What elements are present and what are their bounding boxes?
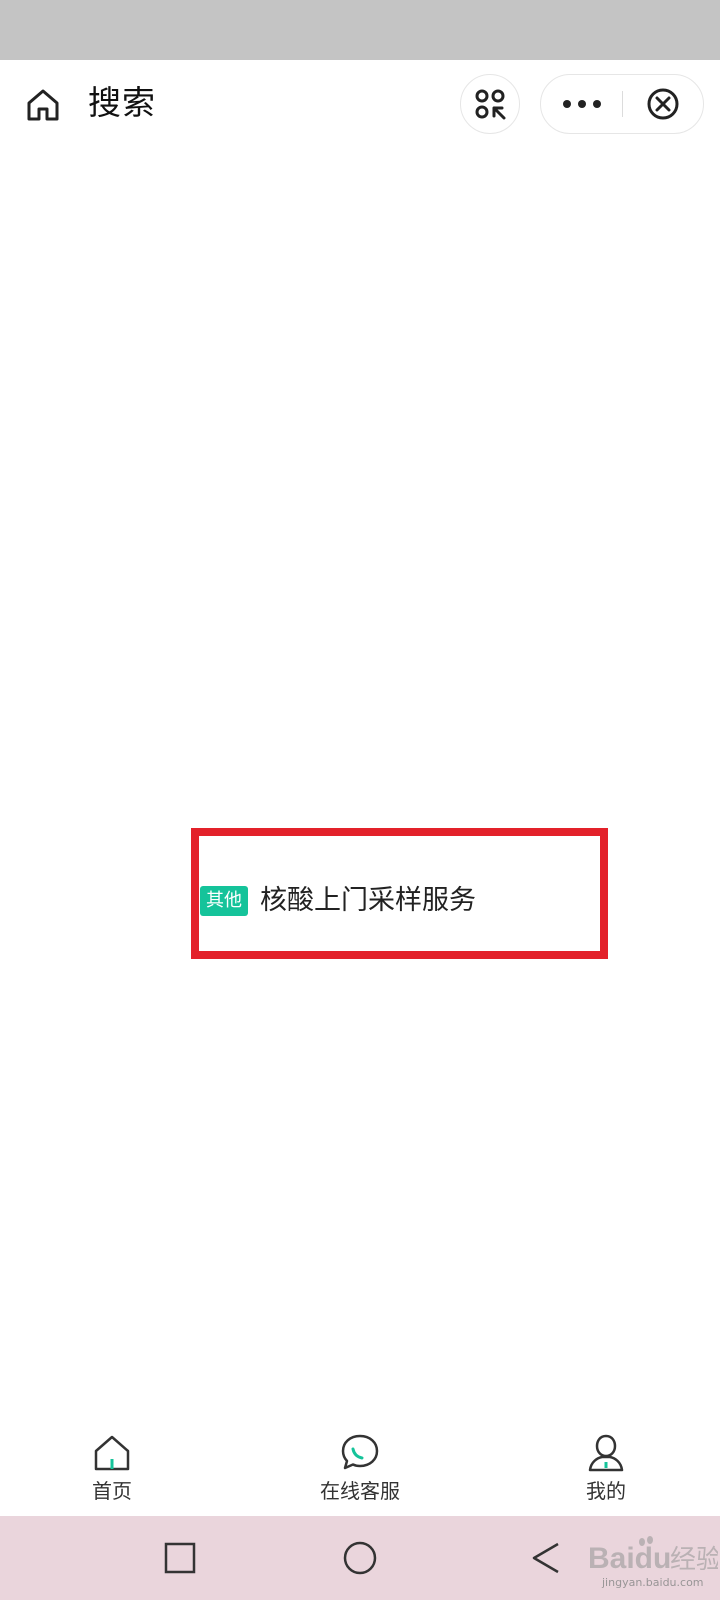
tab-label: 首页 — [92, 1479, 132, 1503]
category-tag: 其他 — [200, 886, 248, 916]
close-button[interactable] — [623, 75, 703, 133]
tab-label: 在线客服 — [320, 1479, 400, 1503]
tab-bar: 首页 在线客服 我的 — [0, 1425, 720, 1515]
square-icon — [164, 1542, 196, 1574]
recents-button[interactable] — [160, 1538, 200, 1578]
multitask-button[interactable] — [460, 74, 520, 134]
result-title: 核酸上门采样服务 — [260, 885, 476, 916]
tab-customer-service[interactable]: 在线客服 — [290, 1425, 430, 1515]
more-icon — [563, 100, 601, 108]
svg-text:Baidu: Baidu — [588, 1542, 671, 1575]
watermark-url: jingyan.baidu.com — [602, 1576, 704, 1589]
chat-icon — [341, 1434, 379, 1470]
page-title: 搜索 — [88, 83, 156, 122]
back-button[interactable] — [526, 1538, 566, 1578]
more-button[interactable] — [541, 75, 623, 133]
home-system-button[interactable] — [340, 1538, 380, 1578]
close-icon — [647, 88, 679, 120]
tab-mine[interactable]: 我的 — [536, 1425, 676, 1515]
home-icon — [94, 1435, 130, 1471]
tab-home[interactable]: 首页 — [42, 1425, 182, 1515]
back-triangle-icon — [532, 1542, 559, 1574]
person-icon — [588, 1434, 624, 1472]
home-button[interactable] — [22, 84, 64, 126]
baidu-paw-icon: Baidu 经验 — [588, 1536, 718, 1575]
search-result-item[interactable]: 其他 核酸上门采样服务 — [200, 879, 476, 923]
svg-text:经验: 经验 — [670, 1545, 718, 1575]
circle-icon — [343, 1541, 377, 1575]
status-bar — [0, 0, 720, 60]
float-window-icon — [475, 89, 506, 120]
watermark: Baidu 经验 jingyan.baidu.com — [588, 1532, 718, 1592]
capsule-menu — [540, 74, 704, 134]
tab-label: 我的 — [586, 1479, 626, 1503]
home-icon — [27, 89, 59, 121]
nav-bar: 搜索 — [0, 60, 720, 148]
